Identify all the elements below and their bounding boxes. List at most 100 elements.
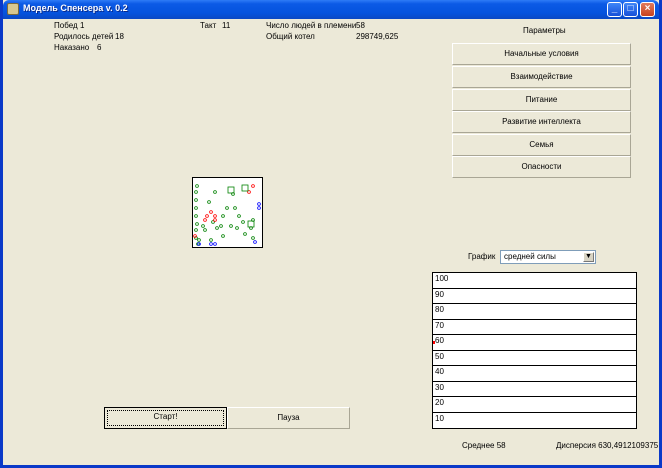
dispersion-value: 630,4912109375 bbox=[598, 441, 659, 450]
agent-green bbox=[225, 206, 229, 210]
agent-red bbox=[203, 218, 207, 222]
wins-value: 1 bbox=[80, 21, 85, 30]
agent-green bbox=[241, 220, 245, 224]
agent-red bbox=[213, 218, 217, 222]
tick-label: Такт bbox=[200, 21, 217, 30]
graph-row: 10 bbox=[433, 413, 636, 429]
agent-blue bbox=[209, 242, 213, 246]
agent-red bbox=[213, 214, 217, 218]
agent-green bbox=[221, 214, 225, 218]
dropdown-arrow-icon[interactable]: ▼ bbox=[583, 252, 594, 262]
graph-row-label: 20 bbox=[435, 398, 444, 407]
graph-row-label: 30 bbox=[435, 382, 444, 392]
mean-value: 58 bbox=[496, 441, 506, 450]
agent-green bbox=[219, 224, 223, 228]
agent-green bbox=[195, 222, 199, 226]
agent-blue bbox=[253, 240, 257, 244]
punished-label: Наказано bbox=[54, 43, 90, 52]
wins-label: Побед bbox=[54, 21, 78, 30]
agent-green bbox=[194, 190, 198, 194]
tick-value: 11 bbox=[222, 21, 231, 30]
minimize-button[interactable]: _ bbox=[607, 2, 622, 17]
punished-value: 6 bbox=[97, 43, 102, 52]
dispersion-label-text: Дисперсия bbox=[556, 441, 596, 450]
agent-green bbox=[215, 226, 219, 230]
agent-blue bbox=[257, 202, 261, 206]
agent-green bbox=[235, 226, 239, 230]
close-icon: × bbox=[644, 3, 651, 14]
agent-green bbox=[243, 232, 247, 236]
agent-green bbox=[251, 236, 255, 240]
dangers-button[interactable]: Опасности bbox=[452, 156, 631, 178]
intellect-button[interactable]: Развитие интеллекта bbox=[452, 111, 631, 133]
app-icon bbox=[7, 3, 19, 15]
births-label: Родилось детей bbox=[54, 32, 114, 41]
agent-green bbox=[197, 238, 201, 242]
graph-panel: 100 90 80 70 60 50 40 30 20 10 bbox=[432, 272, 637, 429]
window-title: Модель Спенсера v. 0.2 bbox=[23, 3, 128, 13]
graph-row-label: 60 bbox=[435, 336, 444, 345]
title-bar[interactable]: Модель Спенсера v. 0.2 _ □ × bbox=[3, 0, 659, 19]
mean-label-text: Среднее bbox=[462, 441, 495, 450]
agent-green bbox=[237, 214, 241, 218]
agent-red bbox=[205, 214, 209, 218]
family-button[interactable]: Семья bbox=[452, 134, 631, 156]
initial-conditions-button[interactable]: Начальные условия bbox=[452, 43, 631, 65]
agent-red bbox=[251, 184, 255, 188]
graph-row-label: 40 bbox=[435, 367, 444, 376]
graph-row: 100 bbox=[433, 273, 636, 289]
dispersion-label: Дисперсия 630,4912109375 bbox=[556, 441, 658, 451]
pot-value: 298749,625 bbox=[356, 32, 399, 41]
interaction-button[interactable]: Взаимодействие bbox=[452, 66, 631, 88]
agent-red bbox=[209, 210, 213, 214]
graph-row: 80 bbox=[433, 304, 636, 320]
agent-green bbox=[201, 224, 205, 228]
people-label: Число людей в племени bbox=[266, 21, 357, 30]
graph-select-value: средней силы bbox=[504, 252, 556, 261]
resource-square bbox=[247, 220, 255, 228]
maximize-icon: □ bbox=[627, 3, 634, 14]
agent-green bbox=[194, 228, 198, 232]
graph-row: 30 bbox=[433, 382, 636, 397]
graph-row-label: 80 bbox=[435, 305, 444, 314]
graph-row: 70 bbox=[433, 320, 636, 335]
graph-row-label: 90 bbox=[435, 289, 444, 299]
agent-green bbox=[194, 214, 198, 218]
agent-green bbox=[213, 190, 217, 194]
graph-marker bbox=[433, 341, 435, 344]
births-value: 18 bbox=[115, 32, 124, 41]
mean-label: Среднее 58 bbox=[462, 441, 506, 451]
maximize-button[interactable]: □ bbox=[623, 2, 638, 17]
graph-row-label: 50 bbox=[435, 351, 444, 361]
graph-row-label: 70 bbox=[435, 320, 444, 330]
agent-green bbox=[203, 228, 207, 232]
graph-row: 20 bbox=[433, 397, 636, 413]
params-title: Параметры bbox=[523, 26, 566, 35]
agent-green bbox=[194, 198, 198, 202]
graph-row-label: 100 bbox=[435, 274, 449, 283]
agent-green bbox=[221, 234, 225, 238]
agent-blue bbox=[257, 206, 261, 210]
agent-green bbox=[194, 206, 198, 210]
minimize-icon: _ bbox=[611, 3, 618, 14]
agent-green bbox=[207, 200, 211, 204]
focus-rect bbox=[107, 410, 224, 426]
resource-square bbox=[227, 186, 235, 194]
graph-row: 90 bbox=[433, 289, 636, 304]
close-button[interactable]: × bbox=[640, 2, 655, 17]
agent-green bbox=[229, 224, 233, 228]
nutrition-button[interactable]: Питание bbox=[452, 89, 631, 111]
graph-row: 40 bbox=[433, 366, 636, 382]
pause-button[interactable]: Пауза bbox=[227, 407, 350, 429]
graph-row: 60 bbox=[433, 335, 636, 351]
pot-label: Общий котел bbox=[266, 32, 315, 41]
agent-green bbox=[195, 184, 199, 188]
start-button[interactable]: Старт! bbox=[104, 407, 227, 429]
graph-label: График bbox=[468, 252, 496, 261]
graph-row-label: 10 bbox=[435, 413, 444, 423]
agent-blue bbox=[213, 242, 217, 246]
agent-green bbox=[233, 206, 237, 210]
graph-select[interactable]: средней силы ▼ bbox=[500, 250, 596, 264]
simulation-field bbox=[192, 177, 263, 248]
graph-row: 50 bbox=[433, 351, 636, 366]
